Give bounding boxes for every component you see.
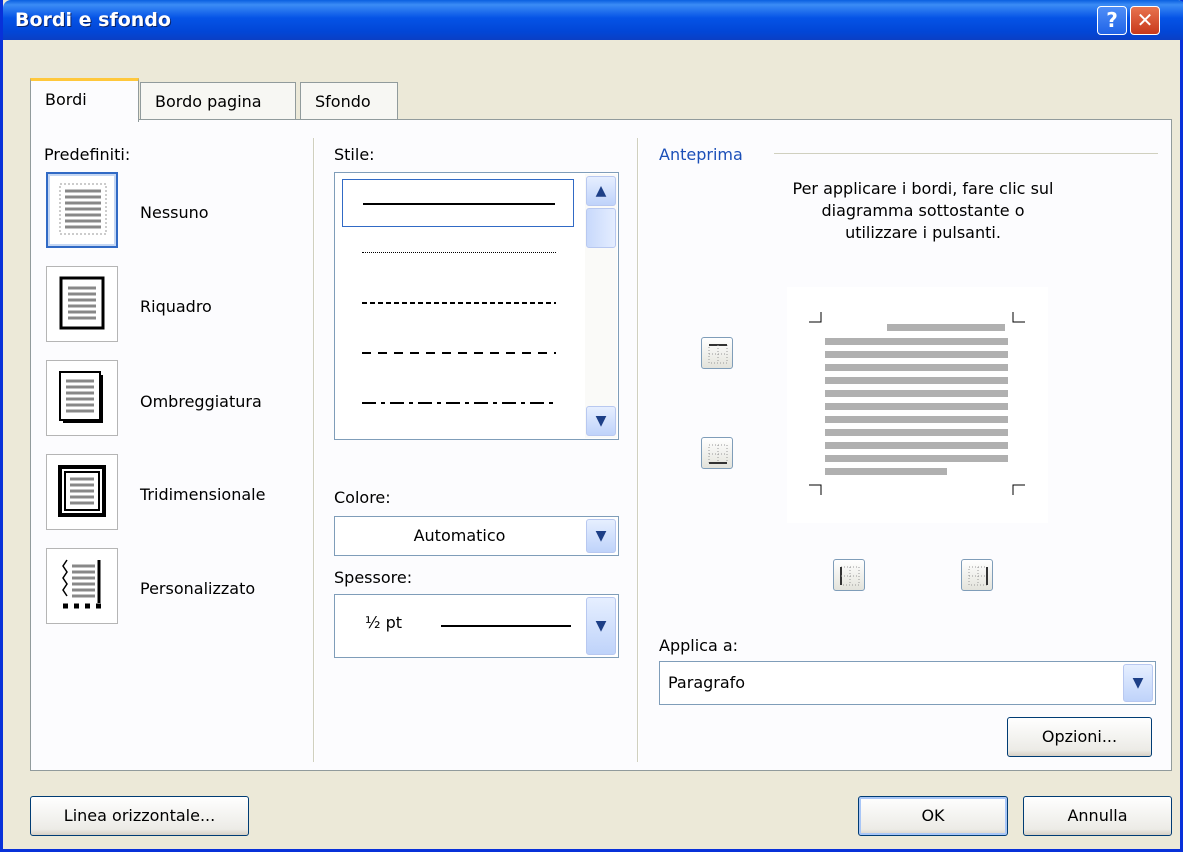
dialog-title: Bordi e sfondo	[15, 9, 171, 31]
shadow-border-icon	[59, 371, 103, 423]
tab-bordo-pagina-label: Bordo pagina	[155, 92, 262, 111]
options-button[interactable]: Opzioni...	[1007, 717, 1152, 757]
solid-line-sample	[363, 203, 555, 205]
tab-bordi[interactable]: Bordi	[30, 78, 139, 122]
dash-dot-line-sample	[362, 402, 556, 404]
apply-to-dropdown[interactable]: Paragrafo ▼	[659, 661, 1156, 705]
preset-none-label: Nessuno	[140, 203, 209, 222]
style-listbox[interactable]: ▲ ▼	[334, 172, 619, 440]
tab-bordi-label: Bordi	[45, 90, 87, 109]
width-label: Spessore:	[334, 568, 413, 587]
preset-custom-button[interactable]	[46, 548, 118, 624]
color-label: Colore:	[334, 488, 391, 507]
bottom-border-icon	[708, 444, 728, 464]
color-dropdown[interactable]: Automatico ▼	[334, 516, 619, 556]
preset-shadow-label: Ombreggiatura	[140, 392, 262, 411]
tab-sfondo-label: Sfondo	[315, 92, 371, 111]
style-label: Stile:	[334, 145, 375, 164]
style-option-dashed[interactable]	[342, 329, 574, 377]
preview-diagram[interactable]	[787, 287, 1048, 523]
preview-group-line	[774, 153, 1158, 154]
instruction-line-1: Per applicare i bordi, fare clic sul	[792, 179, 1054, 198]
none-border-icon	[59, 183, 107, 235]
instruction-line-3: utilizzare i pulsanti.	[845, 223, 1001, 242]
style-option-solid[interactable]	[342, 179, 574, 227]
preset-3d-button[interactable]	[46, 454, 118, 530]
apply-to-value: Paragrafo	[668, 673, 746, 692]
right-border-icon	[968, 566, 988, 586]
width-dropdown[interactable]: ½ pt ▼	[334, 594, 619, 658]
dotted-line-sample	[362, 252, 556, 253]
style-option-dash-dot[interactable]	[342, 379, 574, 427]
dashed-small-line-sample	[362, 302, 556, 304]
custom-border-icon	[62, 559, 101, 609]
instruction-line-2: diagramma sottostante o	[821, 201, 1025, 220]
scroll-thumb[interactable]	[586, 208, 616, 248]
tab-sfondo[interactable]: Sfondo	[300, 82, 398, 119]
3d-border-icon	[58, 465, 106, 517]
preset-box-button[interactable]	[46, 266, 118, 342]
style-option-dotted[interactable]	[342, 229, 574, 277]
preset-shadow-button[interactable]	[46, 360, 118, 436]
close-button[interactable]: ✕	[1130, 6, 1160, 35]
width-value: ½ pt	[365, 613, 403, 632]
scroll-down-arrow-icon[interactable]: ▼	[586, 406, 616, 436]
box-border-icon	[59, 276, 105, 330]
width-line-sample	[441, 625, 571, 627]
left-border-icon	[840, 566, 860, 586]
tab-bordo-pagina[interactable]: Bordo pagina	[140, 82, 296, 119]
color-value: Automatico	[413, 526, 506, 545]
style-scrollbar[interactable]: ▲ ▼	[585, 174, 617, 438]
preset-3d-label: Tridimensionale	[140, 485, 266, 504]
dialog-window: Bordi e sfondo ? ✕ Bordi Bordo pagina Sf…	[0, 0, 1183, 852]
preview-instructions: Per applicare i bordi, fare clic sul dia…	[703, 178, 1143, 244]
top-border-toggle[interactable]	[701, 337, 733, 369]
title-bar[interactable]: Bordi e sfondo ? ✕	[3, 0, 1183, 40]
preset-box-label: Riquadro	[140, 297, 212, 316]
bottom-border-toggle[interactable]	[701, 437, 733, 469]
apply-to-label: Applica a:	[659, 636, 739, 655]
ok-button[interactable]: OK	[858, 796, 1008, 836]
help-button[interactable]: ?	[1097, 6, 1127, 35]
preview-page-graphic	[809, 312, 1025, 495]
column-divider-2	[637, 138, 639, 762]
preset-custom-label: Personalizzato	[140, 579, 256, 598]
right-border-toggle[interactable]	[961, 559, 993, 591]
left-border-toggle[interactable]	[833, 559, 865, 591]
horizontal-line-button[interactable]: Linea orizzontale...	[30, 796, 249, 836]
preview-group-title: Anteprima	[659, 145, 743, 164]
chevron-down-icon[interactable]: ▼	[1123, 664, 1153, 702]
presets-label: Predefiniti:	[44, 145, 131, 164]
scroll-up-arrow-icon[interactable]: ▲	[586, 176, 616, 206]
style-option-dashed-small[interactable]	[342, 279, 574, 327]
cancel-button[interactable]: Annulla	[1023, 796, 1172, 836]
column-divider	[313, 138, 315, 762]
chevron-down-icon[interactable]: ▼	[586, 597, 616, 655]
dashed-line-sample	[362, 352, 556, 354]
top-border-icon	[708, 344, 728, 364]
preset-none-button[interactable]	[46, 172, 118, 248]
chevron-down-icon[interactable]: ▼	[586, 519, 616, 553]
